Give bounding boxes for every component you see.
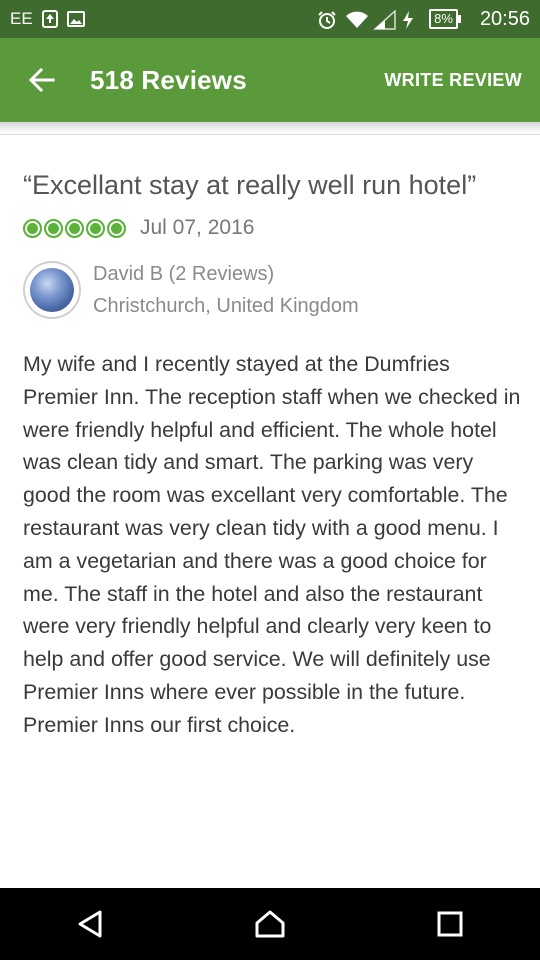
avatar[interactable] (23, 261, 81, 319)
reviewer-location: Christchurch, United Kingdom (93, 295, 359, 317)
write-review-button[interactable]: WRITE REVIEW (384, 70, 522, 91)
review-body: My wife and I recently stayed at the Dum… (23, 352, 521, 737)
status-bar: EE 8% 20:56 (0, 0, 540, 38)
home-icon[interactable] (240, 894, 300, 954)
wifi-icon (345, 10, 369, 28)
avatar-image (30, 268, 74, 312)
alarm-icon (317, 10, 336, 29)
divider (0, 134, 540, 135)
review-date: Jul 07, 2016 (140, 216, 255, 239)
rating-bubble-icon (86, 218, 105, 238)
battery-icon: 8% (429, 9, 461, 29)
signal-icon (373, 9, 396, 30)
back-triangle-icon[interactable] (60, 894, 120, 954)
recents-icon[interactable] (420, 894, 480, 954)
status-left: EE (10, 9, 85, 29)
rating-bubble-icon (65, 218, 84, 238)
reviewer[interactable]: David B (2 Reviews) Christchurch, United… (23, 258, 523, 322)
reviewer-line: David B (2 Reviews) (93, 258, 359, 290)
rating-row: Jul 07, 2016 (23, 216, 523, 240)
carrier-label: EE (10, 9, 33, 28)
app-bar-shadow (0, 122, 540, 134)
back-arrow-icon[interactable] (24, 63, 58, 97)
image-icon (66, 10, 85, 28)
navigation-bar (0, 888, 540, 960)
clock: 20:56 (479, 7, 530, 30)
battery-level: 8% (434, 11, 453, 26)
rating-bubble-icon (23, 218, 42, 238)
status-right: 8% 20:56 (317, 8, 530, 31)
charging-icon (401, 10, 419, 29)
app-bar: 518 Reviews WRITE REVIEW (0, 38, 540, 122)
rating-bubble-icon (44, 218, 63, 238)
upload-icon (41, 10, 59, 28)
reviewer-name: David B (93, 263, 164, 285)
review-card: “Excellant stay at really well run hotel… (23, 168, 523, 742)
page-title: 518 Reviews (90, 64, 247, 95)
reviewer-review-count: (2 Reviews) (168, 263, 275, 285)
rating-bubbles (23, 218, 126, 238)
review-title: “Excellant stay at really well run hotel… (23, 170, 477, 200)
rating-bubble-icon (107, 218, 126, 238)
reviewer-info: David B (2 Reviews) Christchurch, United… (93, 258, 359, 322)
